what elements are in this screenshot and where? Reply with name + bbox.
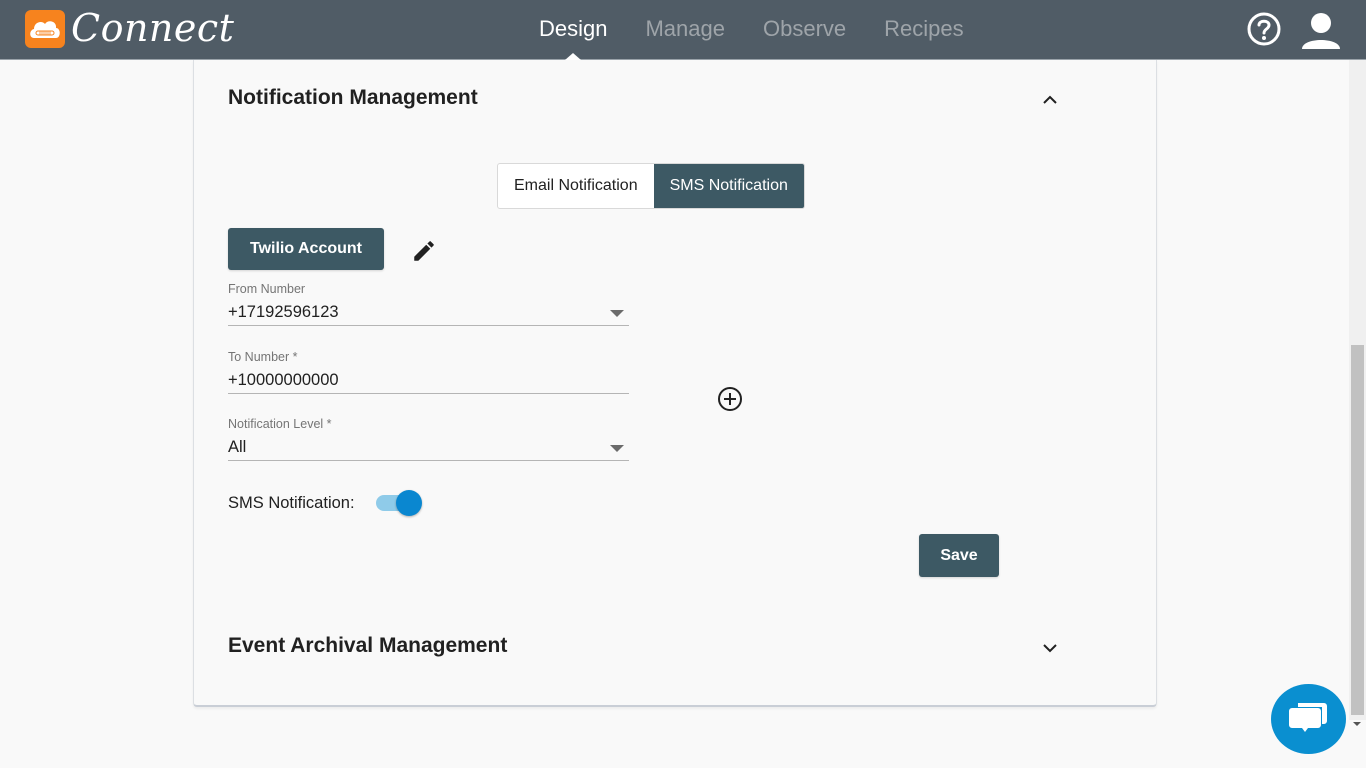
chat-widget-button[interactable] xyxy=(1271,684,1346,754)
from-number-text: +17192596123 xyxy=(228,303,339,321)
top-navigation-bar: Connect Design Manage Observe Recipes xyxy=(0,0,1366,60)
sms-notification-toggle[interactable] xyxy=(376,490,424,516)
notification-level-value[interactable]: All xyxy=(228,433,629,461)
chat-bubbles-icon xyxy=(1289,703,1327,732)
notification-management-title[interactable]: Notification Management xyxy=(228,86,478,110)
save-button[interactable]: Save xyxy=(919,534,999,577)
twilio-account-button[interactable]: Twilio Account xyxy=(228,228,384,270)
help-icon[interactable] xyxy=(1247,12,1281,46)
settings-card: Notification Management Email Notificati… xyxy=(193,60,1157,707)
chevron-up-icon[interactable] xyxy=(1041,93,1059,105)
user-account-icon[interactable] xyxy=(1300,11,1342,51)
tab-sms-notification[interactable]: SMS Notification xyxy=(653,164,804,208)
nav-tab-observe[interactable]: Observe xyxy=(744,0,865,60)
to-number-input[interactable]: To Number * +10000000000 xyxy=(228,350,629,394)
notification-level-text: All xyxy=(228,438,247,456)
from-number-select[interactable]: From Number +17192596123 xyxy=(228,282,629,326)
notification-level-select[interactable]: Notification Level * All xyxy=(228,417,629,461)
dropdown-arrow-icon[interactable] xyxy=(610,445,624,452)
toggle-knob xyxy=(396,490,422,516)
chevron-down-icon[interactable] xyxy=(1041,642,1059,654)
sms-notification-toggle-label: SMS Notification: xyxy=(228,494,355,512)
connect-logo-icon[interactable] xyxy=(25,10,65,48)
dropdown-arrow-icon[interactable] xyxy=(610,310,624,317)
add-circle-icon[interactable] xyxy=(717,386,743,412)
event-archival-management-title[interactable]: Event Archival Management xyxy=(228,634,507,658)
vertical-scrollbar[interactable] xyxy=(1349,60,1366,720)
app-logo-text: Connect xyxy=(71,6,235,50)
nav-tab-recipes[interactable]: Recipes xyxy=(865,0,982,60)
main-nav: Design Manage Observe Recipes xyxy=(520,0,983,60)
scrollbar-thumb[interactable] xyxy=(1351,345,1364,715)
to-number-label: To Number * xyxy=(228,350,298,364)
edit-pencil-icon[interactable] xyxy=(411,238,437,264)
notification-type-toggle: Email Notification SMS Notification xyxy=(497,163,805,209)
nav-tab-manage[interactable]: Manage xyxy=(626,0,744,60)
tab-email-notification[interactable]: Email Notification xyxy=(498,164,654,208)
to-number-value[interactable]: +10000000000 xyxy=(228,366,629,394)
notification-level-label: Notification Level * xyxy=(228,417,332,431)
from-number-label: From Number xyxy=(228,282,306,296)
nav-tab-design[interactable]: Design xyxy=(520,0,626,60)
scroll-down-arrow-icon[interactable] xyxy=(1353,722,1361,726)
from-number-value[interactable]: +17192596123 xyxy=(228,298,629,326)
